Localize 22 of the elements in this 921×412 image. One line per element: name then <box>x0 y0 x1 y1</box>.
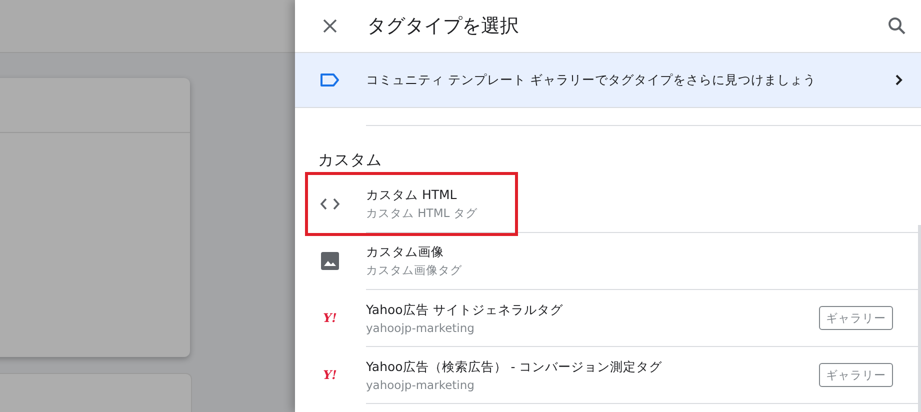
tag-icon <box>320 73 340 87</box>
tag-type-subtitle: カスタム HTML タグ <box>366 206 478 221</box>
panel-title: タグタイプを選択 <box>367 14 519 39</box>
gallery-button[interactable]: ギャラリー <box>819 363 893 387</box>
gallery-button[interactable]: ギャラリー <box>819 306 893 330</box>
tag-type-subtitle: yahoojp-marketing <box>366 320 476 334</box>
search-icon[interactable] <box>888 17 906 35</box>
y-logo: Y! <box>323 312 337 324</box>
banner-text: コミュニティ テンプレート ギャラリーでタグタイプをさらに見つけましょう <box>366 72 816 88</box>
tag-type-subtitle: yahoojp-marketing <box>366 378 476 392</box>
tag-type-title: Yahoo広告（検索広告） - コンバージョン測定タグ <box>366 358 662 376</box>
image-icon <box>321 252 339 270</box>
code-icon <box>320 198 340 210</box>
section-heading: カスタム <box>318 150 383 170</box>
tag-type-title: カスタム画像 <box>366 244 445 261</box>
tag-type-title: Yahoo広告 サイトジェネラルタグ <box>366 302 563 318</box>
tag-type-title: カスタム HTML <box>366 187 458 204</box>
gallery-banner[interactable]: コミュニティ テンプレート ギャラリーでタグタイプをさらに見つけましょう <box>295 53 921 108</box>
chevron-right-icon <box>895 74 903 86</box>
tag-type-subtitle: カスタム画像タグ <box>366 263 462 278</box>
close-icon[interactable] <box>322 17 338 35</box>
y-logo: Y! <box>323 369 337 381</box>
